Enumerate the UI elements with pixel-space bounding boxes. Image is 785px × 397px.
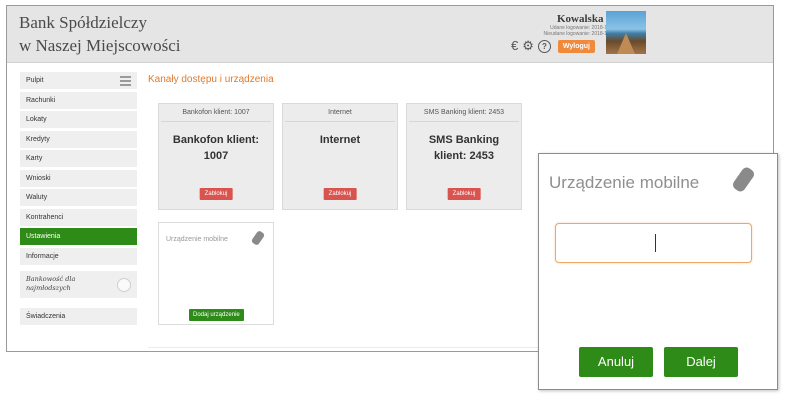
block-button[interactable]: Zablokuj <box>323 188 357 200</box>
sidebar-item-rachunki[interactable]: Rachunki <box>20 91 137 109</box>
sidebar-item-pulpit[interactable]: Pulpit <box>20 72 137 89</box>
mobile-device-card: Urządzenie mobilne Dodaj urządzenie <box>158 222 274 325</box>
channel-card-internet: Internet Internet Zablokuj <box>282 103 398 210</box>
content-divider <box>148 347 538 348</box>
menu-icon[interactable] <box>120 76 131 88</box>
header-actions: € ⚙ ? Wyloguj <box>511 39 595 53</box>
sidebar-item-lokaty[interactable]: Lokaty <box>20 111 137 128</box>
card-title-line1: SMS Banking <box>428 134 500 146</box>
next-button[interactable]: Dalej <box>664 347 738 377</box>
sidebar-item-karty[interactable]: Karty <box>20 150 137 167</box>
sidebar-nav: Pulpit Rachunki Lokaty Kredyty Karty Wni… <box>20 72 137 327</box>
sidebar-item-informacje[interactable]: Informacje <box>20 247 137 265</box>
card-title-line2: klient: 2453 <box>434 150 494 162</box>
currency-icon[interactable]: € <box>511 39 518 53</box>
mobile-phone-icon <box>250 229 266 247</box>
page-title: Kanały dostępu i urządzenia <box>148 74 274 85</box>
kids-banking-promo[interactable]: Bankowość dla najmłodszych <box>20 270 137 298</box>
sidebar-item-wnioski[interactable]: Wnioski <box>20 169 137 187</box>
text-cursor <box>655 234 656 252</box>
sidebar-item-kontrahenci[interactable]: Kontrahenci <box>20 208 137 226</box>
card-body: Internet <box>283 132 397 148</box>
help-icon[interactable]: ? <box>537 39 551 53</box>
avatar-pier-shape <box>617 33 635 54</box>
help-icon-glyph: ? <box>541 41 547 51</box>
cancel-button[interactable]: Anuluj <box>579 347 653 377</box>
piggy-bank-icon <box>117 277 131 292</box>
sidebar-item-label: Pulpit <box>26 77 44 84</box>
avatar[interactable] <box>606 11 646 54</box>
channel-card-bankofon: Bankofon klient: 1007 Bankofon klient: 1… <box>158 103 274 210</box>
promo-line1: Bankowość dla <box>26 274 76 283</box>
device-name-input[interactable] <box>555 223 752 263</box>
mobile-device-label: Urządzenie mobilne <box>166 236 228 243</box>
channel-card-sms-banking: SMS Banking klient: 2453 SMS Banking kli… <box>406 103 522 210</box>
sidebar-item-waluty[interactable]: Waluty <box>20 189 137 206</box>
card-body: SMS Banking klient: 2453 <box>407 132 521 164</box>
mobile-phone-icon <box>731 165 756 194</box>
sidebar-item-kredyty[interactable]: Kredyty <box>20 130 137 148</box>
card-title-line1: Internet <box>319 134 361 146</box>
card-title-line2: 1007 <box>203 150 229 162</box>
add-device-button[interactable]: Dodaj urządzenie <box>189 309 244 321</box>
block-button[interactable]: Zablokuj <box>199 188 233 200</box>
card-title-line1: Bankofon klient: <box>172 134 260 146</box>
gear-icon[interactable]: ⚙ <box>522 39 534 53</box>
app-header: Bank Spółdzielczy w Naszej Miejscowości … <box>7 6 773 63</box>
block-button[interactable]: Zablokuj <box>447 188 481 200</box>
card-header: Bankofon klient: 1007 <box>161 104 271 122</box>
logout-button[interactable]: Wyloguj <box>557 39 595 53</box>
dialog-title: Urządzenie mobilne <box>549 173 700 192</box>
sidebar-item-ustawienia[interactable]: Ustawienia <box>20 228 137 245</box>
promo-line2: najmłodszych <box>26 283 71 292</box>
bank-name-line2: w Naszej Miejscowości <box>19 36 181 55</box>
mobile-device-dialog: Urządzenie mobilne Anuluj Dalej <box>538 153 778 390</box>
sidebar-item-swiadczenia[interactable]: Świadczenia <box>20 307 137 325</box>
bank-name-line1: Bank Spółdzielczy <box>19 13 147 32</box>
card-header: Internet <box>285 104 395 122</box>
card-header: SMS Banking klient: 2453 <box>409 104 519 122</box>
bank-name: Bank Spółdzielczy w Naszej Miejscowości <box>19 11 180 57</box>
card-body: Bankofon klient: 1007 <box>159 132 273 164</box>
